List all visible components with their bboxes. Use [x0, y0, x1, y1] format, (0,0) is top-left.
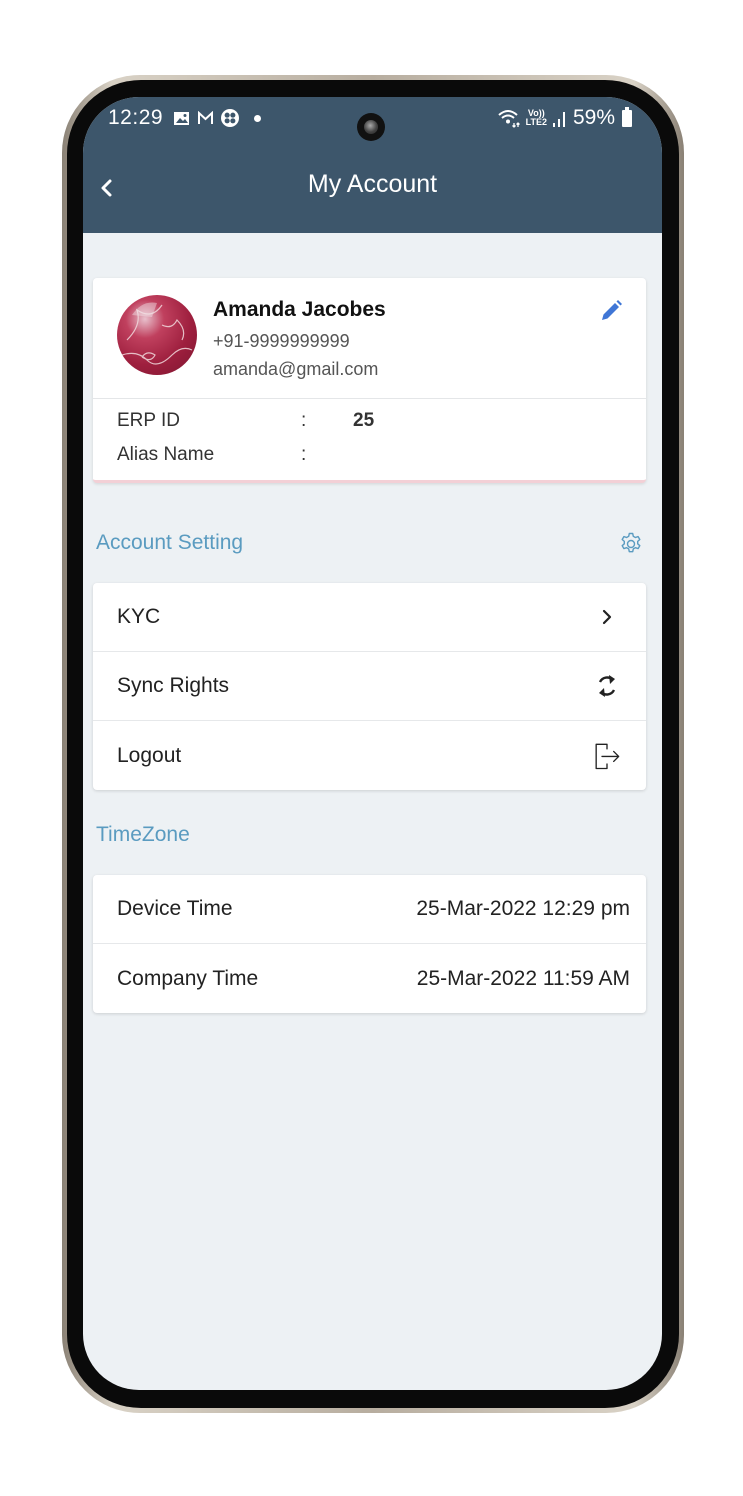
device-time-row: Device Time 25-Mar-2022 12:29 pm: [93, 875, 646, 944]
notification-icons: [173, 109, 261, 127]
list-item-kyc[interactable]: KYC: [93, 583, 646, 652]
account-settings-list: KYC Sync Rights Logout: [93, 583, 646, 790]
app-header: 12:29 Vo)) LTE2 59% My Account: [83, 97, 662, 233]
divider: [93, 398, 646, 399]
profile-card: Amanda Jacobes +91-9999999999 amanda@gma…: [93, 278, 646, 483]
page-title: My Account: [307, 170, 438, 198]
sync-rights-label: Sync Rights: [117, 674, 230, 697]
battery-percent: 59%: [572, 106, 615, 129]
avatar[interactable]: [117, 295, 197, 375]
battery-icon: [622, 106, 632, 127]
timezone-list: Device Time 25-Mar-2022 12:29 pm Company…: [93, 875, 646, 1013]
edit-profile-button[interactable]: [596, 296, 626, 326]
signal-icon: [552, 112, 565, 127]
timezone-title: TimeZone: [96, 823, 190, 846]
profile-email: amanda@gmail.com: [213, 359, 379, 379]
account-setting-title: Account Setting: [96, 531, 244, 554]
gallery-icon: [174, 111, 189, 125]
sync-icon: [592, 669, 622, 703]
status-right: Vo)) LTE2 59%: [497, 106, 632, 130]
company-time-value: 25-Mar-2022 11:59 AM: [416, 966, 630, 990]
company-time-label: Company Time: [117, 966, 259, 990]
avatar-image: [121, 302, 193, 365]
kyc-label: KYC: [117, 605, 161, 628]
device-time-label: Device Time: [117, 897, 233, 920]
company-time-row: Company Time 25-Mar-2022 11:59 AM: [93, 944, 646, 1013]
logout-label: Logout: [117, 743, 182, 767]
device-time-value: 25-Mar-2022 12:29 pm: [416, 897, 630, 920]
gmail-icon: [198, 110, 213, 124]
chevron-right-icon: [592, 600, 622, 634]
status-bar: 12:29 Vo)) LTE2 59%: [83, 97, 662, 143]
list-item-logout[interactable]: Logout: [93, 721, 646, 790]
alias-name-label: Alias Name: [117, 444, 215, 465]
list-item-sync-rights[interactable]: Sync Rights: [93, 652, 646, 721]
app-icon: [221, 109, 239, 127]
front-camera: [357, 113, 385, 141]
erp-id-label: ERP ID: [117, 410, 181, 431]
alias-name-row: Alias Name :: [117, 444, 353, 466]
status-time: 12:29: [108, 106, 164, 129]
app-screen: 12:29 Vo)) LTE2 59% My Account Amanda Ja…: [83, 97, 662, 1390]
gear-icon[interactable]: [618, 531, 644, 557]
profile-phone: +91-9999999999: [213, 331, 350, 351]
erp-id-row: ERP ID : 25: [117, 410, 374, 432]
notification-dot-icon: [254, 114, 261, 122]
erp-id-value: 25: [353, 410, 375, 431]
pencil-icon: [602, 300, 622, 320]
erp-id-colon: :: [301, 410, 307, 431]
wifi-icon: [497, 110, 520, 128]
alias-name-colon: :: [301, 444, 307, 465]
network-type: Vo)) LTE2: [525, 108, 547, 127]
logout-icon: [592, 739, 622, 773]
profile-name: Amanda Jacobes: [213, 298, 386, 321]
